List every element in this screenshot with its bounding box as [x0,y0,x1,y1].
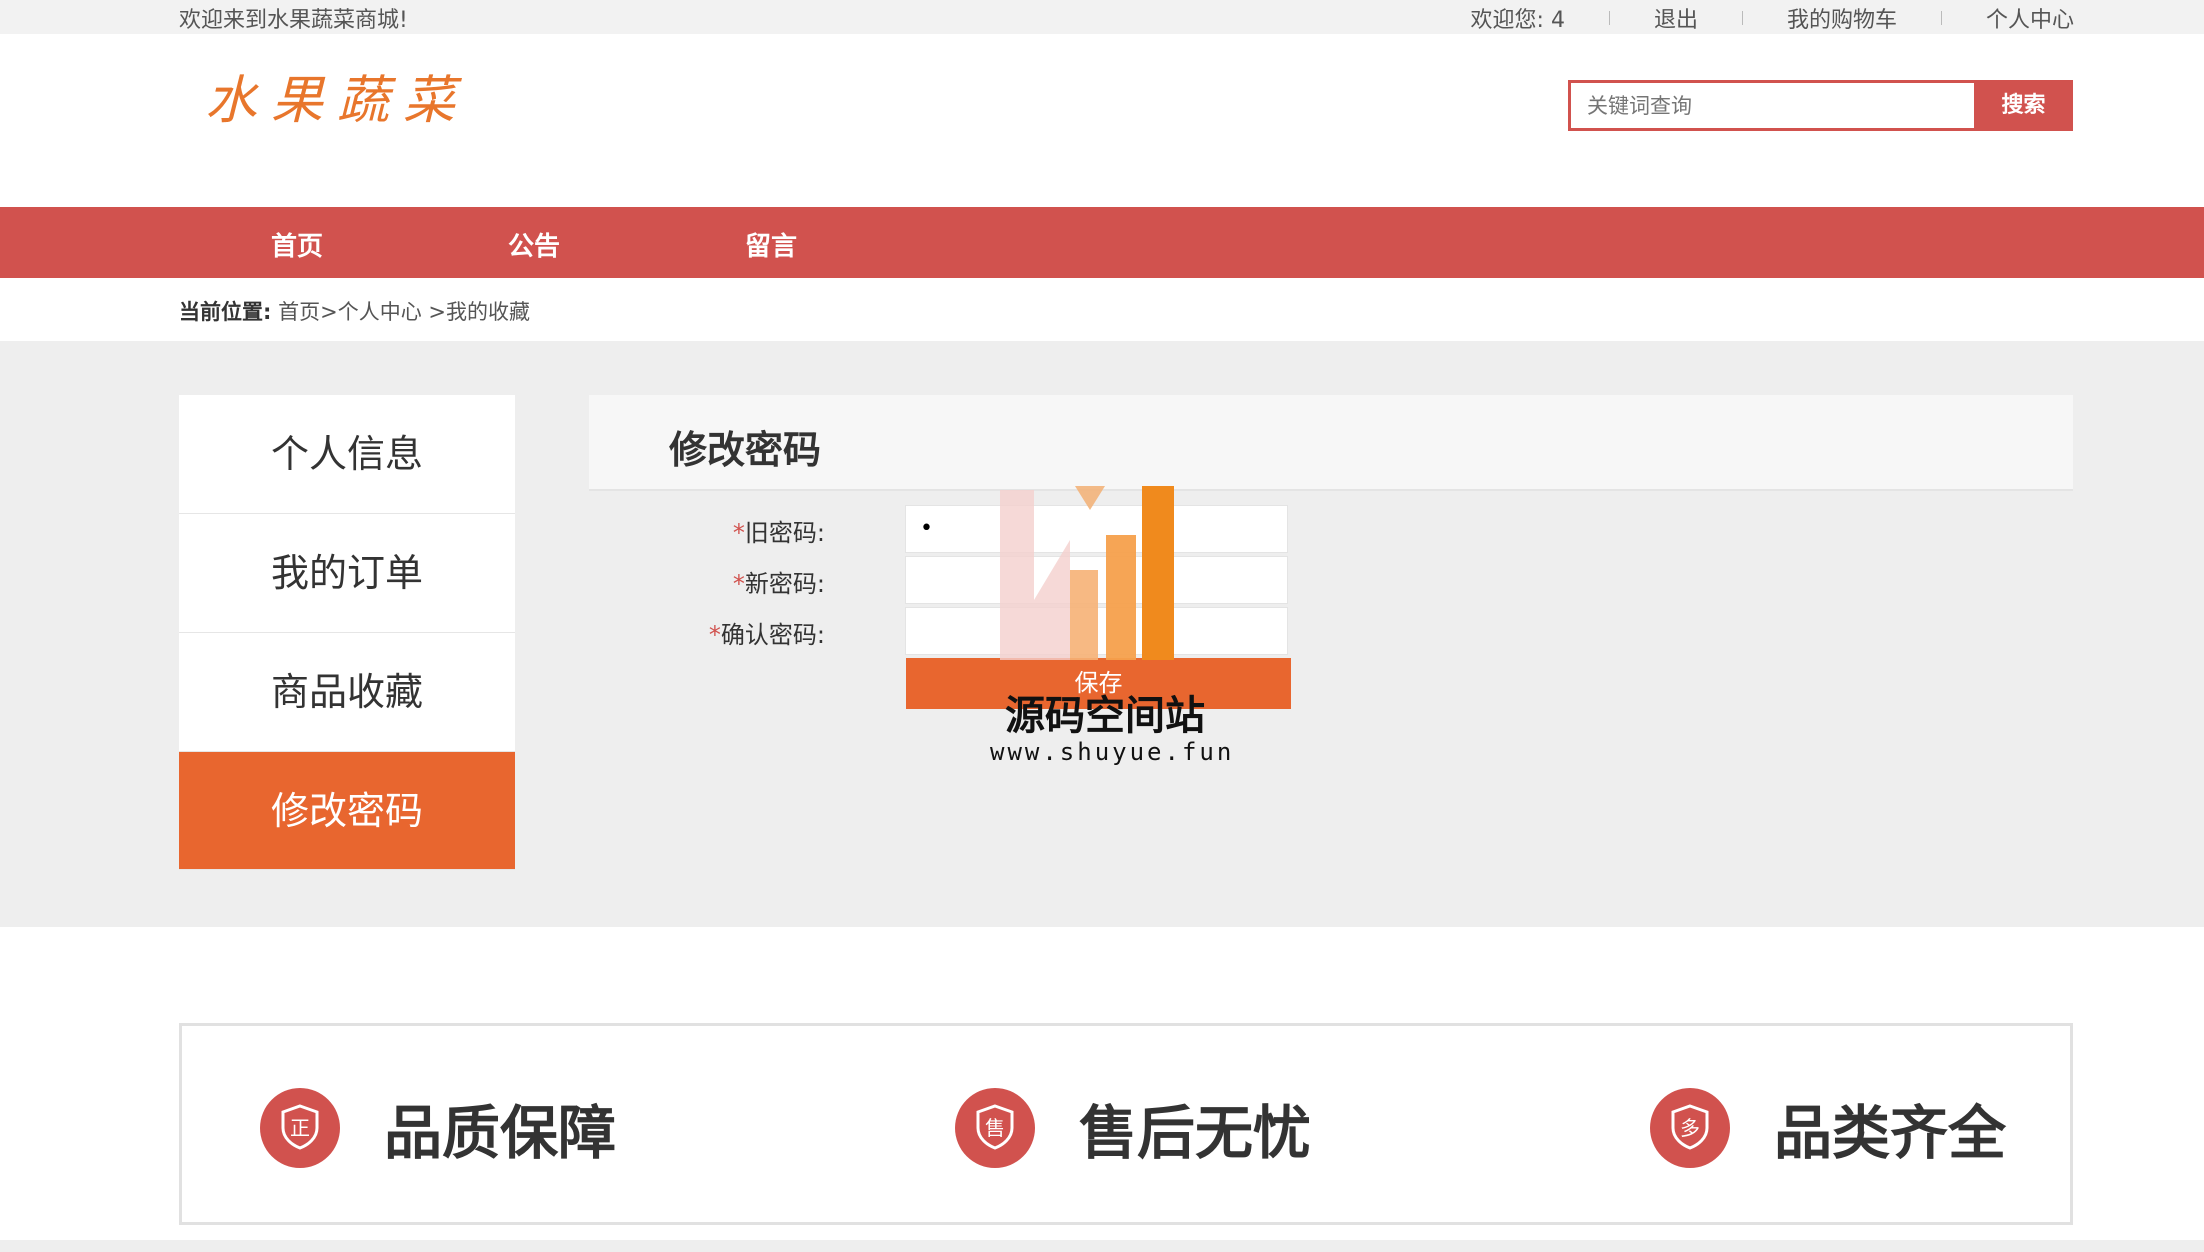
nav-item-messages[interactable]: 留言 [745,226,797,263]
old-password-label: *旧密码: [732,519,825,547]
confirm-password-label: *确认密码: [708,621,825,649]
feature-label: 品质保障 [384,1099,617,1167]
feature-label: 品类齐全 [1774,1099,2007,1167]
divider [1741,11,1743,25]
quality-icon: 正 [260,1088,340,1168]
top-links: 欢迎您: 4 退出 我的购物车 个人中心 [1471,2,2074,34]
svg-text:正: 正 [290,1116,310,1140]
feature-quality: 正 品质保障 [260,1086,616,1170]
sidebar-item-profile[interactable]: 个人信息 [179,395,515,514]
logout-link[interactable]: 退出 [1654,2,1698,34]
footer-strip [0,1240,2204,1252]
profile-link[interactable]: 个人中心 [1986,2,2074,34]
new-password-label: *新密码: [732,570,825,598]
site-logo[interactable]: 水果蔬菜 [205,58,469,133]
sidebar-item-orders[interactable]: 我的订单 [179,514,515,633]
sidebar-item-change-password[interactable]: 修改密码 [179,752,515,870]
new-password-row: *新密码: [589,556,1389,604]
sidebar-menu: 个人信息 我的订单 商品收藏 修改密码 [179,395,515,870]
search-button[interactable]: 搜索 [1974,80,2073,131]
divider [1940,11,1942,25]
sidebar-item-favorites[interactable]: 商品收藏 [179,633,515,752]
features-banner: 正 品质保障 售 售后无忧 多 品类齐全 [179,1023,2073,1225]
watermark-text: 源码空间站 [1005,693,1205,739]
user-greeting: 欢迎您: 4 [1470,8,1565,33]
welcome-text: 欢迎来到水果蔬菜商城! [179,8,408,33]
breadcrumb-path[interactable]: 首页>个人中心 >我的收藏 [278,300,530,324]
panel-title: 修改密码 [669,428,822,472]
svg-text:多: 多 [1680,1116,1700,1140]
feature-label: 售后无忧 [1079,1099,1312,1167]
svg-text:售: 售 [985,1116,1005,1140]
breadcrumb: 当前位置: 首页>个人中心 >我的收藏 [179,296,530,326]
top-bar: 欢迎来到水果蔬菜商城! 欢迎您: 4 退出 我的购物车 个人中心 [0,0,2204,34]
breadcrumb-label: 当前位置: [179,300,272,324]
confirm-password-row: *确认密码: [589,607,1389,655]
variety-icon: 多 [1650,1088,1730,1168]
feature-aftersales: 售 售后无忧 [955,1086,1311,1170]
nav-item-announcements[interactable]: 公告 [508,226,560,263]
old-password-row: *旧密码: • [589,505,1389,553]
nav-item-home[interactable]: 首页 [271,226,323,263]
feature-variety: 多 品类齐全 [1650,1086,2006,1170]
aftersales-icon: 售 [955,1088,1035,1168]
watermark-url: www.shuyue.fun [990,738,1235,766]
main-nav: 首页 公告 留言 [0,207,2204,278]
panel-header: 修改密码 [589,395,2073,491]
divider [1608,11,1610,25]
cart-link[interactable]: 我的购物车 [1787,2,1897,34]
search-input[interactable] [1568,80,1974,131]
